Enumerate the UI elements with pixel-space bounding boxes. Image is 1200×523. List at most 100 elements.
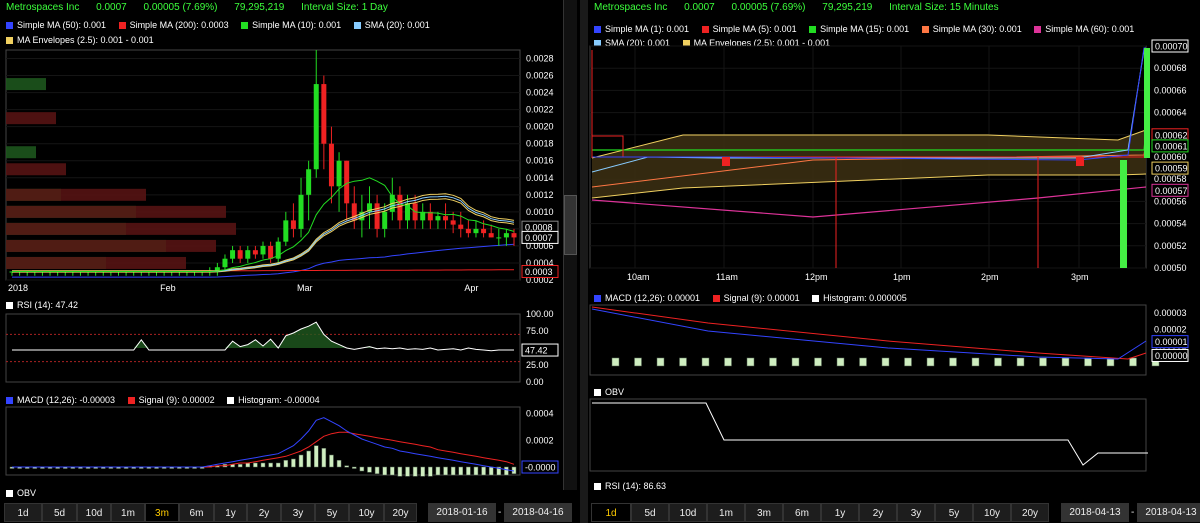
macd-last-value: -0.0000	[525, 463, 556, 473]
x-tick-label: 11am	[716, 272, 738, 282]
histogram-bar	[746, 357, 755, 367]
legend-swatch	[6, 490, 13, 498]
timeframe-button-20y[interactable]: 20y	[1011, 503, 1049, 522]
candle-body	[435, 216, 441, 221]
volume-by-price-bar	[6, 163, 66, 176]
left-rsi-chart[interactable]: 100.0075.0050.0025.000.0047.42	[0, 300, 563, 390]
y-tick-label: 75.00	[526, 326, 549, 336]
y-tick-label: 0.00056	[1154, 196, 1187, 206]
histogram-bar	[611, 357, 620, 367]
timeframe-button-6m[interactable]: 6m	[783, 503, 821, 522]
right-timeframe-bar: 1d 5d 10d 1m 3m 6m 1y 2y 3y 5y 10y 20y 2018-04-13-20…	[588, 501, 1200, 523]
timeframe-button-1d[interactable]: 1d	[4, 503, 42, 522]
histogram-bar	[321, 448, 327, 468]
y-tick-label: 0.0026	[526, 71, 554, 81]
y-tick-label: 0.0016	[526, 156, 554, 166]
candle-body	[503, 233, 509, 238]
right-obv-chart[interactable]	[588, 395, 1200, 475]
left-macd-chart[interactable]: 0.0004 0.0002 -0.0000	[0, 395, 563, 480]
volume-by-price-bar	[6, 146, 36, 159]
timeframe-button-6m[interactable]: 6m	[179, 503, 214, 522]
timeframe-button-1y[interactable]: 1y	[821, 503, 859, 522]
y-tick-label: 0.00066	[1154, 85, 1187, 95]
candle-body	[245, 250, 251, 259]
timeframe-button-5d[interactable]: 5d	[631, 503, 669, 522]
histogram-bar	[435, 466, 441, 476]
histogram-bar	[344, 465, 349, 468]
panel-divider[interactable]	[580, 0, 588, 523]
histogram-bar	[397, 466, 403, 477]
date-from-field[interactable]: 2018-01-16	[428, 503, 496, 522]
timeframe-button-2y[interactable]: 2y	[247, 503, 281, 522]
legend-swatch	[594, 483, 601, 491]
timeframe-button-3m[interactable]: 3m	[745, 503, 783, 522]
y-tick-label: 0.00003	[1154, 308, 1187, 318]
histogram-bar	[466, 466, 471, 476]
timeframe-button-3y[interactable]: 3y	[897, 503, 935, 522]
histogram-bar	[367, 466, 372, 473]
y-tick-label: 0.0014	[526, 173, 554, 183]
y-tick-label: 0.00054	[1154, 219, 1187, 229]
histogram-bar	[701, 357, 710, 367]
timeframe-button-3m[interactable]: 3m	[145, 503, 179, 522]
histogram-bar	[994, 357, 1002, 367]
histogram-bar	[253, 462, 258, 468]
right-macd-chart[interactable]: 0.000030.000020.000010.000010.00000	[588, 293, 1200, 383]
candle-body	[252, 250, 258, 255]
timeframe-button-10y[interactable]: 10y	[349, 503, 384, 522]
histogram-bar	[245, 462, 251, 468]
timeframe-button-1d[interactable]: 1d	[591, 503, 631, 522]
rsi-last-value: 47.42	[525, 346, 548, 356]
x-tick-label: Apr	[464, 283, 478, 293]
y-tick-label: 0.00052	[1154, 241, 1187, 251]
date-to-field[interactable]: 2018-04-13	[1137, 503, 1200, 522]
candle-body	[344, 160, 350, 204]
timeframe-button-5y[interactable]: 5y	[935, 503, 973, 522]
histogram-bar	[791, 357, 800, 367]
timeframe-button-3y[interactable]: 3y	[281, 503, 315, 522]
legend-item[interactable]: RSI (14): 86.63	[594, 481, 666, 491]
timeframe-button-5y[interactable]: 5y	[315, 503, 349, 522]
timeframe-button-1m[interactable]: 1m	[111, 503, 145, 522]
volume-by-price-bar	[6, 222, 236, 235]
histogram-bar	[374, 466, 380, 474]
histogram-bar	[488, 466, 494, 476]
left-scrollbar[interactable]	[563, 0, 577, 490]
candle-body	[1144, 48, 1150, 158]
x-tick-label: 10am	[627, 272, 650, 282]
timeframe-button-1m[interactable]: 1m	[707, 503, 745, 522]
histogram-bar	[481, 466, 486, 476]
date-from-field[interactable]: 2018-04-13	[1061, 503, 1129, 522]
histogram-bar	[443, 466, 448, 476]
timeframe-button-1y[interactable]: 1y	[214, 503, 247, 522]
date-to-field[interactable]: 2018-04-16	[504, 503, 572, 522]
histogram-bar	[359, 466, 365, 472]
x-tick-label: 3pm	[1071, 272, 1089, 282]
last-value-label: 0.0003	[525, 267, 553, 277]
candle-body	[321, 84, 327, 144]
histogram-bar	[814, 357, 822, 367]
candle-body	[260, 245, 266, 255]
x-tick-label: Feb	[160, 283, 176, 293]
histogram-bar	[306, 450, 311, 468]
y-tick-label: 0.0010	[526, 207, 554, 217]
timeframe-button-10d[interactable]: 10d	[77, 503, 111, 522]
timeframe-button-10d[interactable]: 10d	[669, 503, 707, 522]
timeframe-button-20y[interactable]: 20y	[384, 503, 417, 522]
timeframe-button-5d[interactable]: 5d	[42, 503, 77, 522]
last-value-label: 0.00062	[1155, 130, 1188, 140]
left-price-chart[interactable]: 0.0028 0.0026 0.0024 0.0022 0.0020 0.0018 0.00…	[0, 0, 563, 300]
macd-last-value: 0.00001	[1155, 337, 1188, 347]
right-price-chart[interactable]: 0.000700.000680.000660.000640.000620.000…	[588, 0, 1200, 290]
last-value-label: 0.00057	[1155, 186, 1188, 196]
timeframe-button-2y[interactable]: 2y	[859, 503, 897, 522]
timeframe-button-10y[interactable]: 10y	[973, 503, 1011, 522]
candle-body	[511, 233, 517, 238]
histogram-bar	[390, 466, 395, 476]
left-chart-panel: Metrospaces Inc 0.0007 0.00005 (7.69%) 7…	[0, 0, 580, 523]
legend-item[interactable]: OBV	[6, 488, 36, 498]
left-scrollbar-thumb[interactable]	[564, 195, 577, 255]
histogram-bar	[504, 466, 509, 476]
candle-body	[313, 84, 319, 170]
y-tick-label: 0.0004	[526, 409, 554, 419]
